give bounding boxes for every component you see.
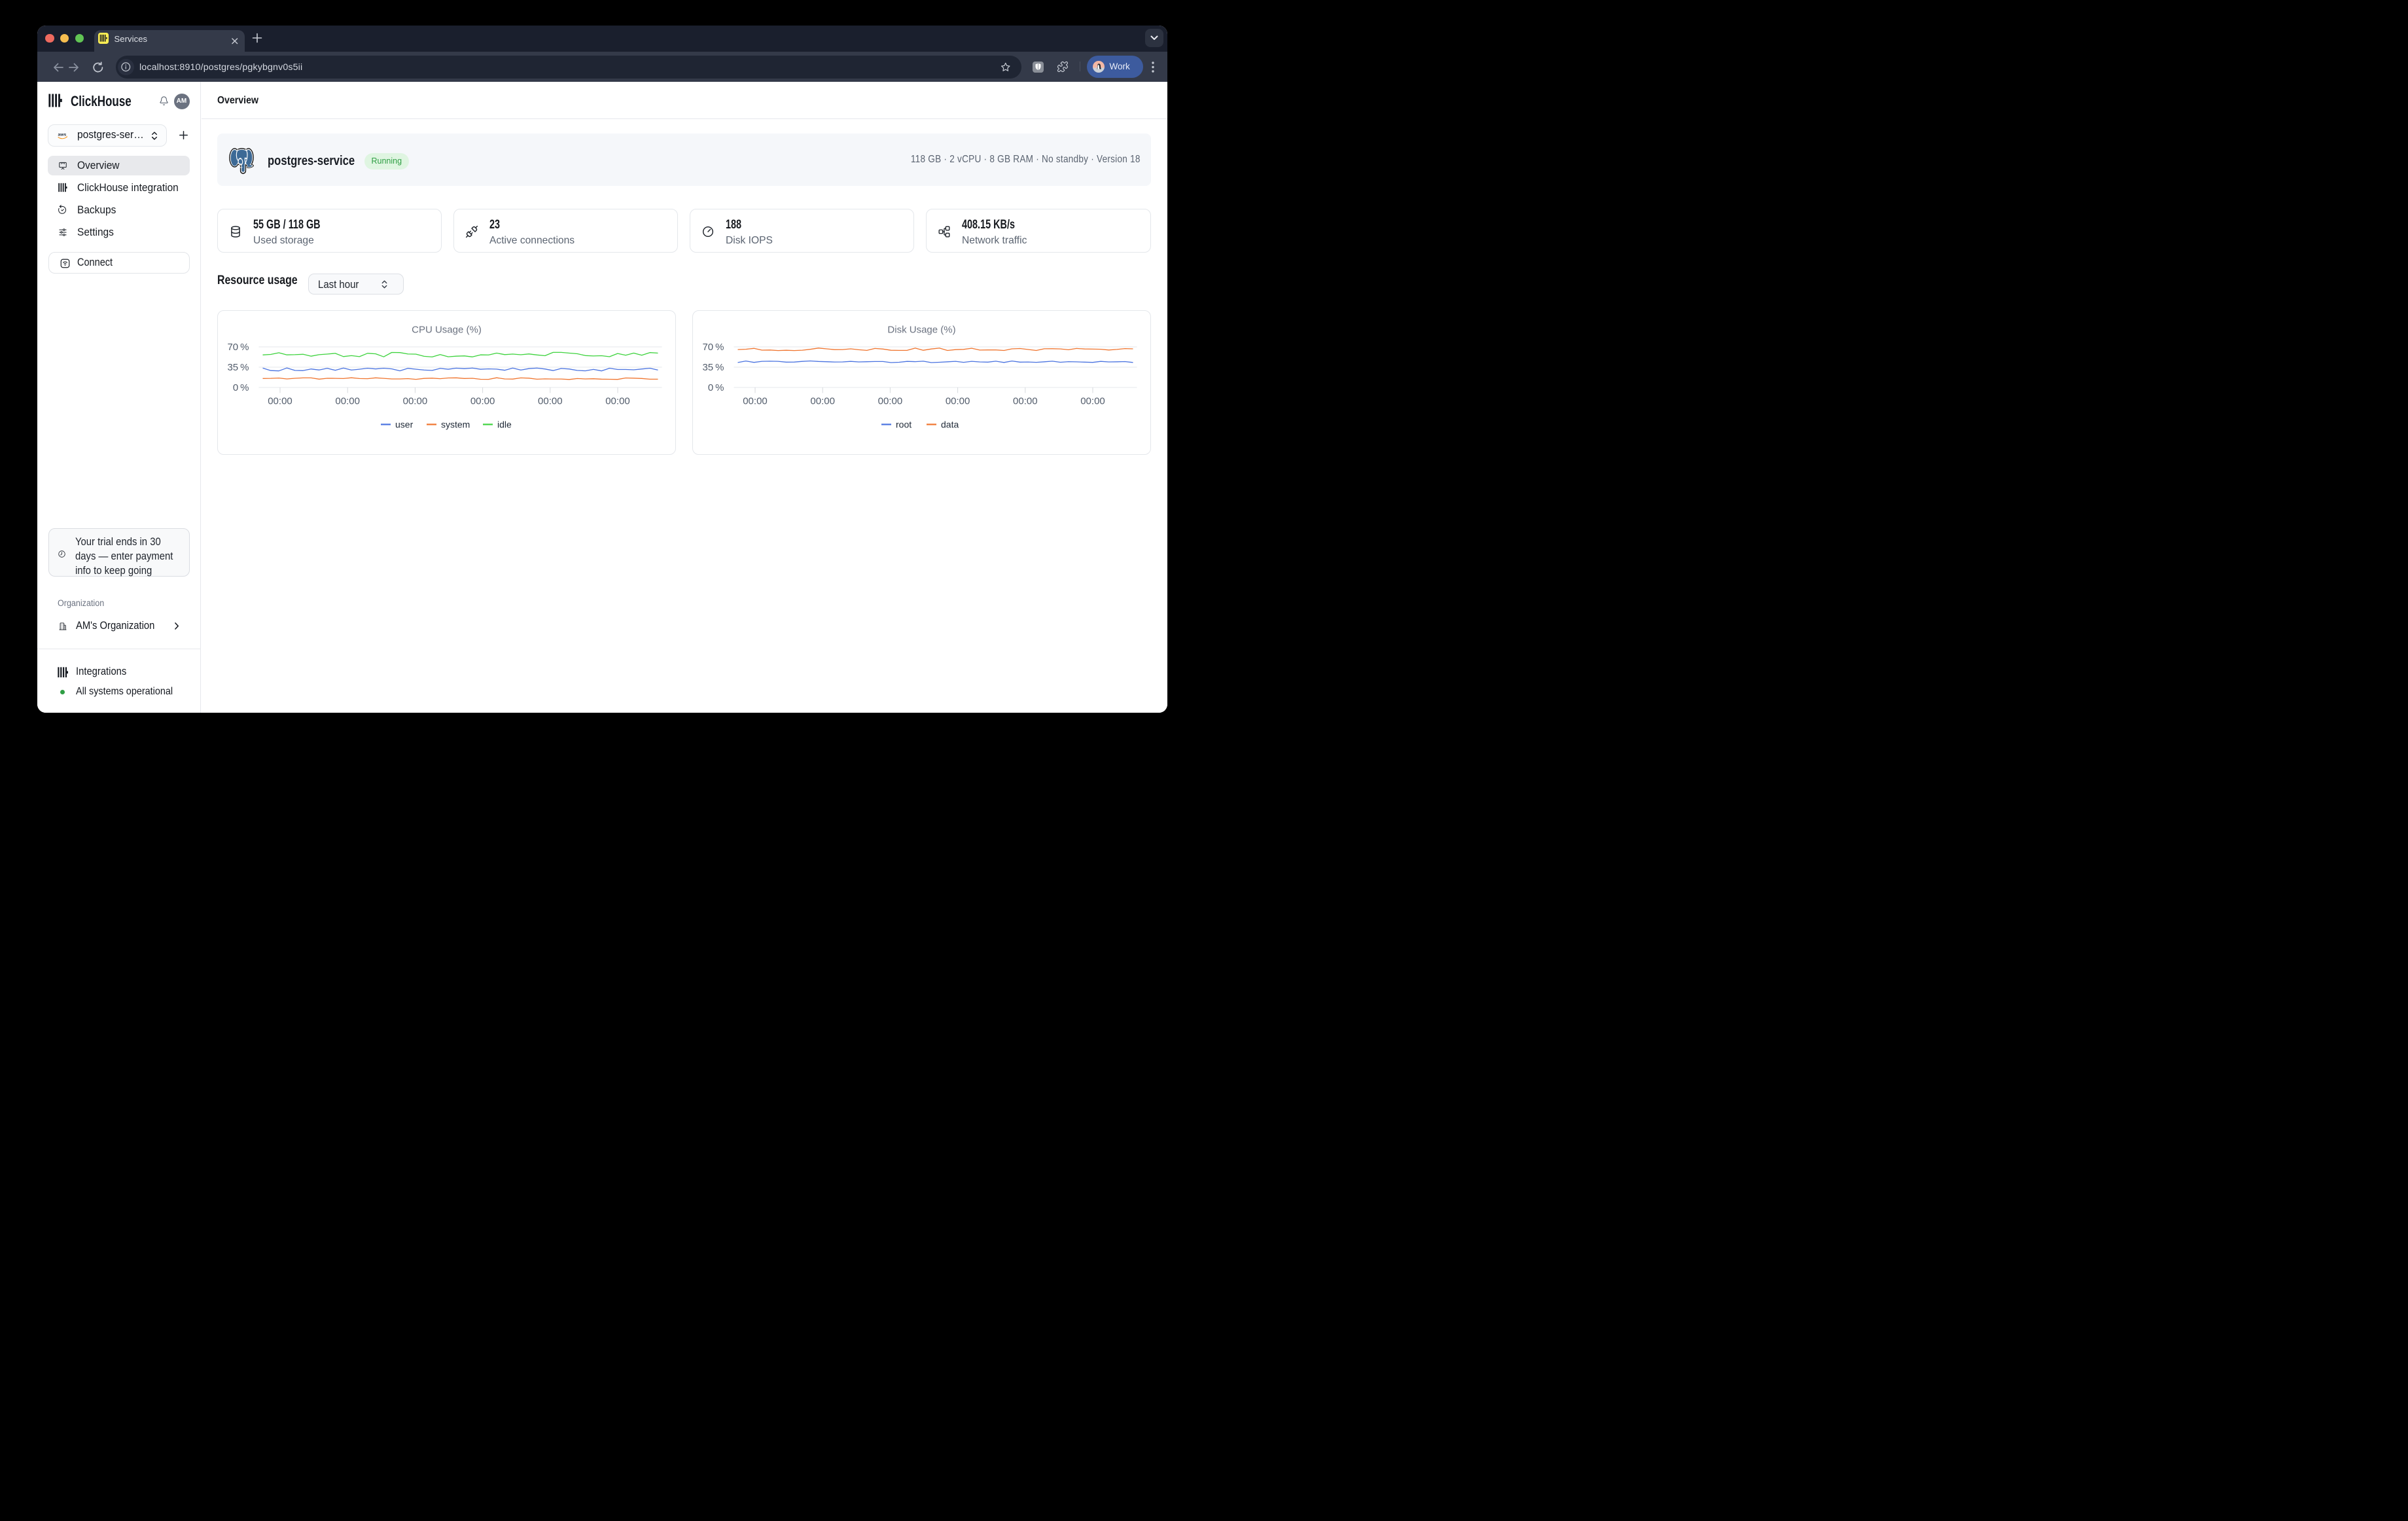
svg-text:00:00: 00:00 bbox=[538, 396, 563, 407]
svg-text:0 %: 0 % bbox=[232, 382, 249, 393]
svg-text:00:00: 00:00 bbox=[605, 396, 630, 407]
svg-text:idle: idle bbox=[497, 419, 512, 429]
svg-text:00:00: 00:00 bbox=[945, 396, 970, 407]
svg-text:00:00: 00:00 bbox=[1080, 396, 1105, 407]
svg-text:00:00: 00:00 bbox=[1013, 396, 1038, 407]
svg-text:00:00: 00:00 bbox=[402, 396, 427, 407]
svg-text:00:00: 00:00 bbox=[335, 396, 360, 407]
svg-text:00:00: 00:00 bbox=[743, 396, 768, 407]
svg-text:aws: aws bbox=[58, 133, 67, 137]
svg-text:system: system bbox=[441, 419, 470, 429]
svg-text:35 %: 35 % bbox=[702, 362, 724, 373]
svg-text:user: user bbox=[395, 419, 414, 429]
svg-text:00:00: 00:00 bbox=[877, 396, 902, 407]
svg-text:35 %: 35 % bbox=[227, 362, 249, 373]
svg-text:data: data bbox=[941, 419, 959, 429]
svg-text:00:00: 00:00 bbox=[470, 396, 495, 407]
svg-text:70 %: 70 % bbox=[702, 342, 724, 353]
svg-text:CPU Usage (%): CPU Usage (%) bbox=[412, 325, 482, 336]
svg-text:Disk Usage (%): Disk Usage (%) bbox=[887, 325, 955, 336]
svg-text:00:00: 00:00 bbox=[268, 396, 292, 407]
svg-text:root: root bbox=[896, 419, 912, 429]
svg-text:0 %: 0 % bbox=[707, 382, 724, 393]
svg-text:00:00: 00:00 bbox=[810, 396, 835, 407]
svg-text:70 %: 70 % bbox=[227, 342, 249, 353]
